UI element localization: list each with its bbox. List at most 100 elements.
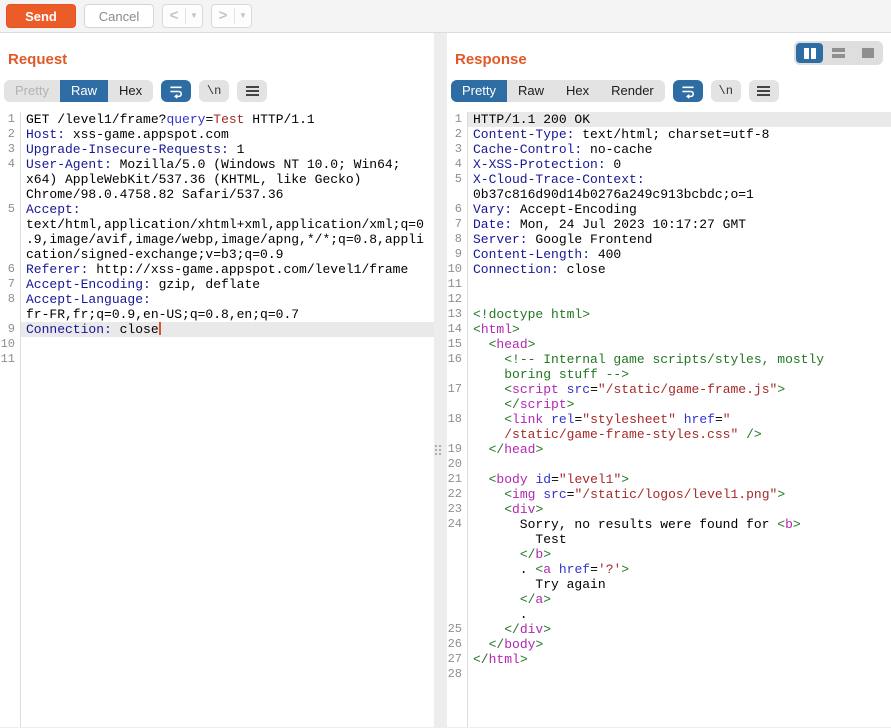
code-text: Sorry, no results were found for <b>: [467, 517, 891, 532]
code-line-wrap: cation/signed-exchange;v=b3;q=0.9: [0, 247, 434, 262]
code-text: boring stuff -->: [467, 367, 891, 382]
code-line-wrap: .: [447, 607, 891, 622]
code-line-wrap: /static/game-frame-styles.css" />: [447, 427, 891, 442]
line-number: [447, 592, 467, 607]
tab-raw[interactable]: Raw: [507, 80, 555, 102]
code-line-1: 1GET /level1/frame?query=Test HTTP/1.1: [0, 112, 434, 127]
back-arrow-icon[interactable]: <: [163, 5, 185, 27]
history-back-button[interactable]: < ▼: [162, 4, 203, 28]
forward-dropdown-icon[interactable]: ▼: [235, 5, 251, 27]
show-newlines-button[interactable]: \n: [711, 80, 741, 102]
code-line-6: 6Referer: http://xss-game.appspot.com/le…: [0, 262, 434, 277]
line-number: 11: [0, 352, 20, 367]
code-line-26: 26 </body>: [447, 637, 891, 652]
line-number: [0, 172, 20, 187]
request-response-split: Request PrettyRawHex \n 1GET /level1: [0, 33, 891, 727]
code-line-19: 19 </head>: [447, 442, 891, 457]
code-line-27: 27</html>: [447, 652, 891, 667]
line-number: 8: [0, 292, 20, 307]
newline-icon: \n: [719, 84, 733, 98]
code-line-5: 5X-Cloud-Trace-Context:: [447, 172, 891, 187]
code-text: Upgrade-Insecure-Requests: 1: [20, 142, 434, 157]
code-text: 0b37c816d90d14b0276a249c913bcbdc;o=1: [467, 187, 891, 202]
request-tab-row: PrettyRawHex \n: [4, 80, 434, 102]
line-number: 5: [0, 202, 20, 217]
tab-hex[interactable]: Hex: [555, 80, 600, 102]
code-text: text/html,application/xhtml+xml,applicat…: [20, 217, 434, 232]
code-text: HTTP/1.1 200 OK: [467, 112, 891, 127]
line-number: 8: [447, 232, 467, 247]
editor-menu-button[interactable]: [749, 80, 779, 102]
code-text: x64) AppleWebKit/537.36 (KHTML, like Gec…: [20, 172, 434, 187]
layout-single-button[interactable]: [854, 43, 881, 63]
show-newlines-button[interactable]: \n: [199, 80, 229, 102]
request-tab-group: PrettyRawHex: [4, 80, 153, 102]
panel-splitter[interactable]: [434, 33, 447, 727]
code-line-23: 23 <div>: [447, 502, 891, 517]
code-line-wrap: boring stuff -->: [447, 367, 891, 382]
word-wrap-button[interactable]: [161, 80, 191, 102]
line-number: 11: [447, 277, 467, 292]
code-line-17: 17 <script src="/static/game-frame.js">: [447, 382, 891, 397]
code-line-12: 12: [447, 292, 891, 307]
line-number: [0, 247, 20, 262]
line-number: 13: [447, 307, 467, 322]
line-number: 25: [447, 622, 467, 637]
response-tab-row: PrettyRawHexRender \n: [451, 80, 891, 102]
line-number: 19: [447, 442, 467, 457]
editor-menu-button[interactable]: [237, 80, 267, 102]
code-text: <!-- Internal game scripts/styles, mostl…: [467, 352, 891, 367]
code-line-24: 24 Sorry, no results were found for <b>: [447, 517, 891, 532]
code-text: X-Cloud-Trace-Context:: [467, 172, 891, 187]
line-number: 6: [447, 202, 467, 217]
code-line-wrap: text/html,application/xhtml+xml,applicat…: [0, 217, 434, 232]
back-dropdown-icon[interactable]: ▼: [186, 5, 202, 27]
code-text: Accept:: [20, 202, 434, 217]
code-line-6: 6Vary: Accept-Encoding: [447, 202, 891, 217]
response-editor[interactable]: 1HTTP/1.1 200 OK2Content-Type: text/html…: [447, 112, 891, 727]
tab-render[interactable]: Render: [600, 80, 665, 102]
line-number: 28: [447, 667, 467, 682]
line-number: 5: [447, 172, 467, 187]
line-number: [447, 532, 467, 547]
code-line-wrap: .9,image/avif,image/webp,image/apng,*/*;…: [0, 232, 434, 247]
code-text: </script>: [467, 397, 891, 412]
line-number: [0, 232, 20, 247]
code-text: /static/game-frame-styles.css" />: [467, 427, 891, 442]
code-text: </div>: [467, 622, 891, 637]
layout-rows-button[interactable]: [825, 43, 852, 63]
word-wrap-button[interactable]: [673, 80, 703, 102]
line-number: 23: [447, 502, 467, 517]
code-text: Cache-Control: no-cache: [467, 142, 891, 157]
tab-raw[interactable]: Raw: [60, 80, 108, 102]
code-line-wrap: </a>: [447, 592, 891, 607]
forward-arrow-icon[interactable]: >: [212, 5, 234, 27]
line-number: 1: [447, 112, 467, 127]
line-number: 2: [447, 127, 467, 142]
code-text: Chrome/98.0.4758.82 Safari/537.36: [20, 187, 434, 202]
splitter-grip-icon[interactable]: [435, 445, 441, 455]
code-text: <html>: [467, 322, 891, 337]
tab-pretty[interactable]: Pretty: [4, 80, 60, 102]
history-forward-button[interactable]: > ▼: [211, 4, 252, 28]
code-text: [20, 352, 434, 367]
tab-pretty[interactable]: Pretty: [451, 80, 507, 102]
code-line-wrap: fr-FR,fr;q=0.9,en-US;q=0.8,en;q=0.7: [0, 307, 434, 322]
line-number: 3: [0, 142, 20, 157]
cancel-button[interactable]: Cancel: [84, 4, 154, 28]
code-text: Referer: http://xss-game.appspot.com/lev…: [20, 262, 434, 277]
line-number: [0, 187, 20, 202]
line-number: 15: [447, 337, 467, 352]
layout-columns-button[interactable]: [796, 43, 823, 63]
code-text: Test: [467, 532, 891, 547]
code-line-1: 1HTTP/1.1 200 OK: [447, 112, 891, 127]
line-number: 4: [447, 157, 467, 172]
tab-hex[interactable]: Hex: [108, 80, 153, 102]
text-cursor: [159, 322, 161, 335]
line-number: 1: [0, 112, 20, 127]
code-text: Accept-Language:: [20, 292, 434, 307]
send-button[interactable]: Send: [6, 4, 76, 28]
code-line-8: 8Accept-Language:: [0, 292, 434, 307]
code-text: Try again: [467, 577, 891, 592]
request-editor[interactable]: 1GET /level1/frame?query=Test HTTP/1.12H…: [0, 112, 434, 727]
